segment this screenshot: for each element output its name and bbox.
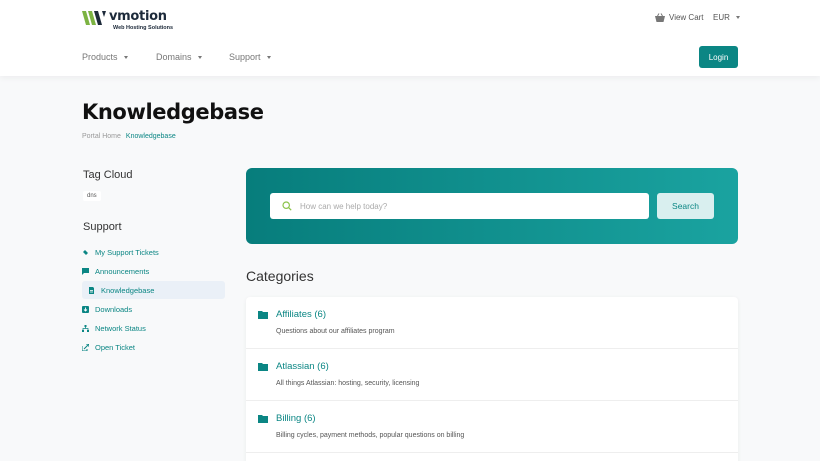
logo-mark-icon — [82, 11, 106, 25]
chevron-down-icon — [735, 16, 740, 19]
category-title[interactable]: Affiliates (6) — [276, 309, 326, 320]
basket-icon — [655, 13, 665, 22]
sidebar-item-label: Announcements — [95, 266, 150, 276]
chevron-down-icon — [197, 55, 202, 59]
download-icon — [82, 305, 89, 313]
category-title[interactable]: Billing (6) — [276, 413, 316, 424]
search-button[interactable]: Search — [657, 193, 714, 219]
category-title[interactable]: Atlassian (6) — [276, 361, 329, 372]
category-item-atlassian[interactable]: Atlassian (6) All things Atlassian: host… — [246, 349, 738, 401]
page-title: Knowledgebase — [82, 100, 264, 124]
folder-icon — [258, 415, 268, 423]
search-icon — [282, 201, 292, 211]
search-banner: Search — [246, 168, 738, 244]
category-item-billing[interactable]: Billing (6) Billing cycles, payment meth… — [246, 401, 738, 453]
category-description: Questions about our affiliates program — [276, 328, 395, 335]
nav-support-label: Support — [229, 52, 261, 62]
sidebar-item-open-ticket[interactable]: Open Ticket — [82, 338, 225, 356]
categories-heading: Categories — [246, 268, 314, 284]
brand-name: vmotion — [109, 9, 167, 24]
currency-label: EUR — [713, 13, 730, 22]
search-input[interactable] — [300, 201, 630, 211]
logo[interactable]: vmotion Web Hosting Solutions — [82, 9, 173, 31]
sidebar-item-downloads[interactable]: Downloads — [82, 300, 225, 318]
sidebar-item-announcements[interactable]: Announcements — [82, 262, 225, 280]
nav-products-label: Products — [82, 52, 118, 62]
chevron-down-icon — [266, 55, 271, 59]
sidebar-item-label: My Support Tickets — [95, 247, 159, 257]
tag-cloud-heading: Tag Cloud — [83, 169, 133, 181]
support-heading: Support — [83, 221, 122, 233]
brand-tagline: Web Hosting Solutions — [113, 25, 174, 31]
folder-icon — [258, 311, 268, 319]
sidebar-item-my-support-tickets[interactable]: My Support Tickets — [82, 243, 225, 261]
sidebar-item-network-status[interactable]: Network Status — [82, 319, 225, 337]
nav-products[interactable]: Products — [82, 52, 128, 62]
sidebar-item-label: Open Ticket — [95, 342, 136, 352]
folder-icon — [258, 363, 268, 371]
nav-support[interactable]: Support — [229, 52, 271, 62]
login-button[interactable]: Login — [699, 46, 738, 68]
site-header: vmotion Web Hosting Solutions View Cart … — [0, 0, 820, 76]
network-icon — [82, 324, 89, 332]
search-box[interactable] — [270, 193, 649, 219]
view-cart-label: View Cart — [669, 13, 704, 22]
sidebar-item-label: Knowledgebase — [101, 285, 155, 295]
chevron-down-icon — [123, 55, 128, 59]
comment-icon — [82, 267, 89, 275]
categories-list: Affiliates (6) Questions about our affil… — [246, 297, 738, 461]
ticket-icon — [83, 249, 88, 255]
currency-selector[interactable]: EUR — [713, 13, 740, 22]
nav-domains[interactable]: Domains — [156, 52, 202, 62]
category-item-affiliates[interactable]: Affiliates (6) Questions about our affil… — [246, 297, 738, 349]
nav-domains-label: Domains — [156, 52, 192, 62]
sidebar-item-label: Downloads — [95, 304, 133, 314]
tag-dns[interactable]: dns — [83, 191, 101, 201]
view-cart-link[interactable]: View Cart — [655, 13, 704, 22]
category-description: Billing cycles, payment methods, popular… — [276, 432, 465, 439]
category-description: All things Atlassian: hosting, security,… — [276, 380, 420, 387]
open-ticket-icon — [82, 343, 89, 351]
document-icon — [89, 286, 94, 294]
sidebar-item-label: Network Status — [95, 323, 146, 333]
breadcrumb-home[interactable]: Portal Home — [82, 133, 121, 140]
sidebar-item-knowledgebase[interactable]: Knowledgebase — [82, 281, 225, 299]
breadcrumb: Portal Home Knowledgebase — [82, 133, 176, 140]
breadcrumb-current: Knowledgebase — [125, 133, 176, 140]
